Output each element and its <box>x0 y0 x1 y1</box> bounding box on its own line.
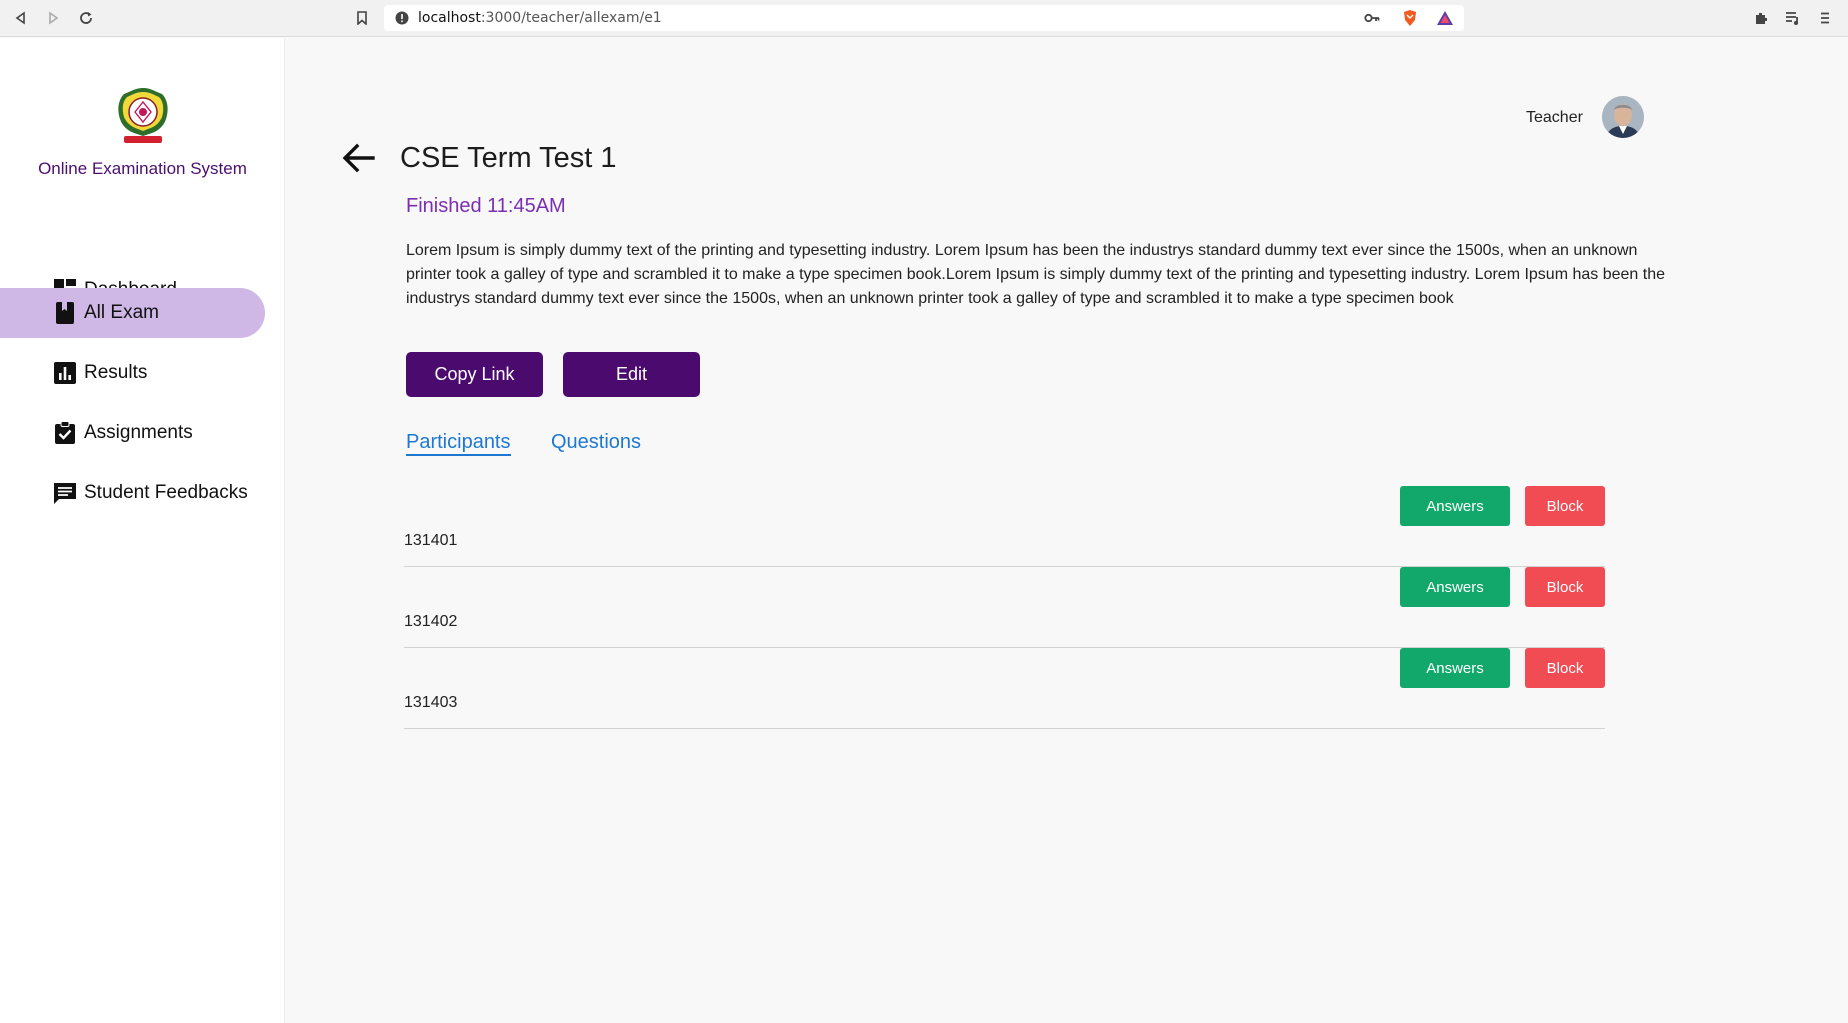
brave-shield-icon[interactable] <box>1402 9 1418 32</box>
playlist-icon[interactable] <box>1784 9 1802 27</box>
back-arrow-icon[interactable] <box>340 140 376 176</box>
address-bar[interactable]: localhost:3000/teacher/allexam/e1 <box>384 5 1464 31</box>
feedback-icon <box>53 481 77 505</box>
participant-row: 131403 Answers Block <box>404 648 1605 729</box>
sidebar-item-student-feedbacks[interactable]: Student Feedbacks <box>0 468 265 518</box>
tab-participants[interactable]: Participants <box>406 431 511 456</box>
brave-rewards-icon[interactable] <box>1436 10 1454 31</box>
edit-button[interactable]: Edit <box>563 352 700 397</box>
reload-icon[interactable] <box>77 9 95 27</box>
url-path: :3000/teacher/allexam/e1 <box>480 10 662 26</box>
book-icon <box>53 301 77 325</box>
clipboard-check-icon <box>53 421 77 445</box>
participant-id: 131403 <box>404 694 458 711</box>
site-info-icon[interactable] <box>395 11 409 30</box>
participant-id: 131401 <box>404 532 458 549</box>
bar-chart-icon <box>53 361 77 385</box>
answers-button[interactable]: Answers <box>1400 567 1510 607</box>
sidebar-item-label: Results <box>84 362 148 383</box>
block-button[interactable]: Block <box>1525 486 1605 526</box>
answers-button[interactable]: Answers <box>1400 648 1510 688</box>
sidebar-item-label: All Exam <box>84 302 159 323</box>
participant-id: 131402 <box>404 613 458 630</box>
page-title: CSE Term Test 1 <box>400 142 617 174</box>
sidebar-item-assignments[interactable]: Assignments <box>0 408 265 458</box>
university-logo <box>116 86 170 146</box>
forward-nav-icon[interactable] <box>44 9 62 27</box>
sidebar-item-all-exam[interactable]: All Exam <box>0 288 265 338</box>
block-button[interactable]: Block <box>1525 648 1605 688</box>
menu-icon[interactable] <box>1816 9 1834 27</box>
key-icon[interactable] <box>1364 11 1380 30</box>
exam-status: Finished 11:45AM <box>406 195 566 217</box>
copy-link-button[interactable]: Copy Link <box>406 352 543 397</box>
sidebar-item-results[interactable]: Results <box>0 348 265 398</box>
brand-name: Online Examination System <box>38 159 247 178</box>
exam-description: Lorem Ipsum is simply dummy text of the … <box>406 242 1665 307</box>
sidebar: Online Examination System Dashboard All … <box>0 38 285 1023</box>
avatar[interactable] <box>1602 96 1644 138</box>
block-button[interactable]: Block <box>1525 567 1605 607</box>
participant-row: 131402 Answers Block <box>404 567 1605 648</box>
tab-questions[interactable]: Questions <box>551 431 641 454</box>
user-name: Teacher <box>1526 109 1583 126</box>
answers-button[interactable]: Answers <box>1400 486 1510 526</box>
participant-row: 131401 Answers Block <box>404 486 1605 567</box>
url-host: localhost <box>418 10 481 26</box>
sidebar-item-label: Student Feedbacks <box>84 482 248 503</box>
back-nav-icon[interactable] <box>12 9 30 27</box>
bookmark-icon[interactable] <box>353 9 371 27</box>
url-text: localhost:3000/teacher/allexam/e1 <box>418 10 662 26</box>
browser-toolbar: localhost:3000/teacher/allexam/e1 <box>0 0 1848 37</box>
extensions-icon[interactable] <box>1752 9 1770 27</box>
main-content: Teacher CSE Term Test 1 Finished 11:45AM… <box>286 38 1848 1023</box>
sidebar-item-label: Assignments <box>84 422 193 443</box>
